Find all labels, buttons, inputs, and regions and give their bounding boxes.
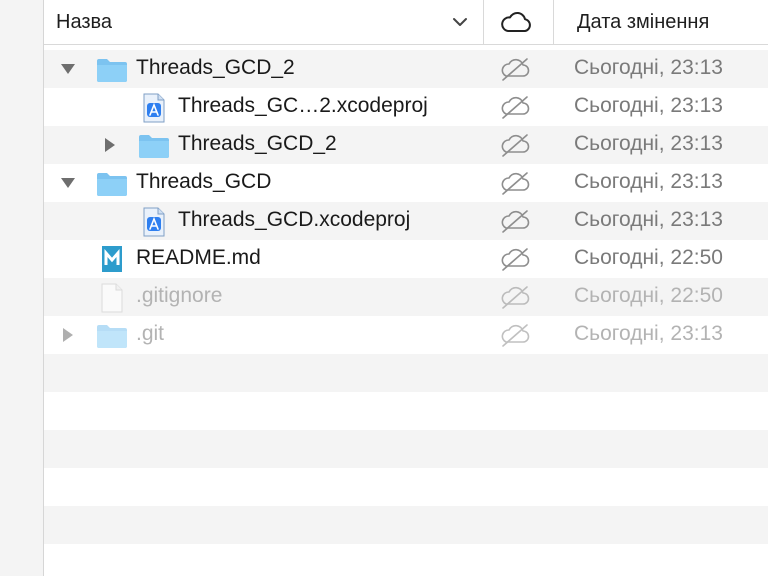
folder-icon	[97, 325, 127, 348]
cloud-slash-icon	[501, 172, 530, 195]
cloud-slash-icon	[501, 324, 530, 347]
cloud-slash-icon	[501, 134, 530, 157]
xcodeproj-icon	[143, 207, 165, 237]
empty-row	[44, 354, 768, 392]
cloud-slash-icon	[501, 58, 530, 81]
file-name: Threads_GC…2.xcodeproj	[178, 94, 428, 117]
file-row[interactable]: Threads_GCD_2 Сьогодні, 23:13	[44, 50, 768, 88]
empty-row	[44, 506, 768, 544]
file-name: .gitignore	[136, 284, 223, 307]
disclosure-triangle-expanded-icon[interactable]	[60, 175, 76, 191]
file-row[interactable]: .git Сьогодні, 23:13	[44, 316, 768, 354]
date-modified: Сьогодні, 23:13	[574, 208, 723, 231]
disclosure-triangle-collapsed-icon[interactable]	[60, 327, 76, 343]
empty-row	[44, 468, 768, 506]
date-modified: Сьогодні, 23:13	[574, 170, 723, 193]
disclosure-triangle-expanded-icon[interactable]	[60, 61, 76, 77]
file-row[interactable]: Threads_GC…2.xcodeproj Сьогодні, 23:13	[44, 88, 768, 126]
file-name: Threads_GCD_2	[178, 132, 337, 155]
file-row[interactable]: Threads_GCD_2 Сьогодні, 23:13	[44, 126, 768, 164]
name-column-header[interactable]: Назва	[44, 0, 484, 44]
folder-icon	[97, 173, 127, 196]
date-modified: Сьогодні, 23:13	[574, 132, 723, 155]
disclosure-triangle-collapsed-icon[interactable]	[102, 137, 118, 153]
file-row[interactable]: .gitignore Сьогодні, 22:50	[44, 278, 768, 316]
file-name: README.md	[136, 246, 261, 269]
markdown-icon	[102, 246, 122, 272]
sidebar-edge	[0, 0, 44, 576]
folder-icon	[139, 135, 169, 158]
xcodeproj-icon	[143, 93, 165, 123]
file-row[interactable]: Threads_GCD.xcodeproj Сьогодні, 23:13	[44, 202, 768, 240]
column-header: Назва Дата змінення	[44, 0, 768, 45]
date-modified: Сьогодні, 23:13	[574, 94, 723, 117]
date-modified: Сьогодні, 23:13	[574, 56, 723, 79]
cloud-slash-icon	[501, 248, 530, 271]
empty-row	[44, 544, 768, 576]
date-column-label: Дата змінення	[577, 11, 710, 33]
file-list[interactable]: Назва Дата змінення Threads_GCD_2 Сьогодн…	[44, 0, 768, 576]
empty-row	[44, 392, 768, 430]
name-column-label: Назва	[56, 11, 113, 33]
cloud-icon	[501, 11, 531, 32]
finder-window: Назва Дата змінення Threads_GCD_2 Сьогодн…	[0, 0, 768, 576]
folder-icon	[97, 59, 127, 82]
date-modified: Сьогодні, 22:50	[574, 284, 723, 307]
blank-file-icon	[101, 283, 123, 313]
date-modified: Сьогодні, 23:13	[574, 322, 723, 345]
icloud-column-header[interactable]	[485, 0, 554, 44]
cloud-slash-icon	[501, 286, 530, 309]
file-row[interactable]: Threads_GCD Сьогодні, 23:13	[44, 164, 768, 202]
file-name: Threads_GCD.xcodeproj	[178, 208, 411, 231]
empty-row	[44, 430, 768, 468]
chevron-down-icon[interactable]	[452, 15, 468, 29]
file-name: Threads_GCD	[136, 170, 272, 193]
file-name: Threads_GCD_2	[136, 56, 295, 79]
date-modified: Сьогодні, 22:50	[574, 246, 723, 269]
file-row[interactable]: README.md Сьогодні, 22:50	[44, 240, 768, 278]
file-rows: Threads_GCD_2 Сьогодні, 23:13 Threads_GC…2…	[44, 50, 768, 576]
cloud-slash-icon	[501, 96, 530, 119]
file-name: .git	[136, 322, 165, 345]
cloud-slash-icon	[501, 210, 530, 233]
